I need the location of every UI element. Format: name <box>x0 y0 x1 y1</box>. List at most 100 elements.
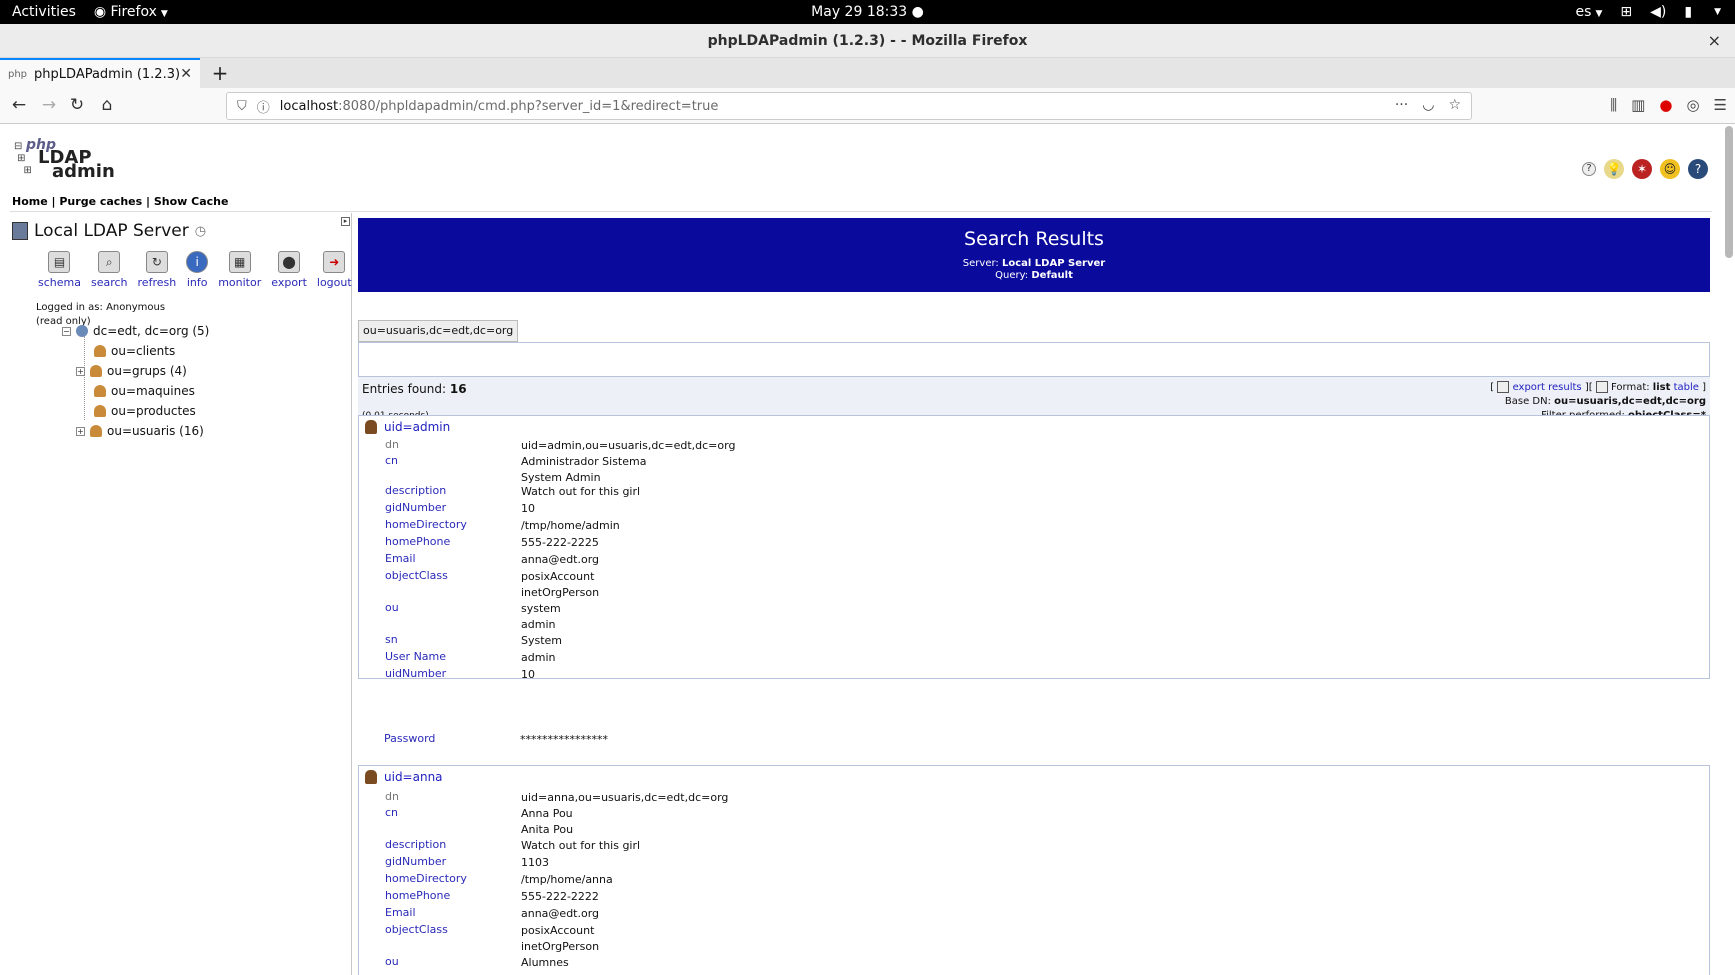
attr-name[interactable]: description <box>385 484 525 497</box>
page-scrollbar[interactable] <box>1725 126 1733 258</box>
tab-close-icon[interactable]: ✕ <box>180 66 192 82</box>
bookmark-star-icon[interactable]: ☆ <box>1448 97 1461 113</box>
tree-item[interactable]: ou=productes <box>80 404 196 418</box>
attr-value: /tmp/home/admin <box>521 519 620 532</box>
attr-name[interactable]: cn <box>385 454 525 467</box>
header-icons: ? 💡 ✶ ☺ ? <box>1582 159 1708 179</box>
attr-name[interactable]: uidNumber <box>385 667 525 680</box>
tree-item-label[interactable]: ou=grups (4) <box>107 364 187 378</box>
export-results-link[interactable]: export results <box>1513 382 1582 393</box>
attr-name[interactable]: homeDirectory <box>385 518 525 531</box>
attr-name[interactable]: Email <box>385 552 525 565</box>
library-icon[interactable]: ⫼ <box>1610 96 1617 114</box>
sidebar-icon[interactable]: ▥ <box>1631 96 1645 114</box>
volume-icon[interactable]: ◀) <box>1650 4 1666 20</box>
tree-item[interactable]: + ou=grups (4) <box>76 364 187 378</box>
attr-name[interactable]: sn <box>385 633 525 646</box>
tree-item[interactable]: ou=maquines <box>80 384 195 398</box>
info-button[interactable]: i info <box>186 251 209 289</box>
tree-item-label[interactable]: ou=productes <box>111 404 196 418</box>
tree-item-label[interactable]: ou=maquines <box>111 384 195 398</box>
attr-name[interactable]: homePhone <box>385 889 525 902</box>
attr-value: uid=anna,ou=usuaris,dc=edt,dc=org <box>521 791 729 804</box>
info-circle-icon[interactable]: ⓘ <box>257 97 270 116</box>
show-cache-link[interactable]: Show Cache <box>154 195 229 208</box>
home-icon[interactable]: ⌂ <box>96 95 118 115</box>
pocket-icon[interactable]: ◡ <box>1422 97 1434 113</box>
format-table-link[interactable]: table <box>1674 382 1699 393</box>
activities-button[interactable]: Activities <box>12 4 76 20</box>
search-icon: ⌕ <box>98 251 121 273</box>
attr-name[interactable]: homePhone <box>385 535 525 548</box>
export-button[interactable]: ⬤ export <box>271 251 307 289</box>
collapse-panel-icon[interactable]: ▸ <box>341 217 350 226</box>
attr-name[interactable]: objectClass <box>385 923 525 936</box>
page-actions-icon[interactable]: ··· <box>1395 97 1408 113</box>
shield-icon[interactable]: ⛉ <box>237 99 247 114</box>
server-name[interactable]: Local LDAP Server <box>34 221 189 241</box>
entry-link[interactable]: uid=anna <box>384 770 443 784</box>
account-icon[interactable]: ◎ <box>1686 96 1699 114</box>
entry-title[interactable]: uid=anna <box>365 770 443 784</box>
schema-button[interactable]: ▤ schema <box>38 251 81 289</box>
expand-icon[interactable]: + <box>76 366 85 376</box>
attr-name[interactable]: homeDirectory <box>385 872 525 885</box>
home-link[interactable]: Home <box>12 195 48 208</box>
refresh-button[interactable]: ↻ refresh <box>138 251 176 289</box>
attr-name[interactable]: Email <box>385 906 525 919</box>
attr-name[interactable]: cn <box>385 806 525 819</box>
tree-root-label[interactable]: dc=edt, dc=org (5) <box>93 324 209 338</box>
help-circle-icon[interactable]: ? <box>1688 159 1708 179</box>
new-tab-icon[interactable]: + <box>208 61 232 85</box>
attr-name[interactable]: description <box>385 838 525 851</box>
window-close-icon[interactable]: × <box>1708 24 1721 58</box>
system-menu-chevron-icon[interactable]: ▼ <box>1714 7 1721 17</box>
forward-arrow-icon[interactable]: → <box>38 95 60 115</box>
attr-name[interactable]: objectClass <box>385 569 525 582</box>
entry-link[interactable]: uid=admin <box>384 420 450 434</box>
help-icon[interactable]: ? <box>1582 162 1596 176</box>
url-host: localhost <box>279 98 339 114</box>
bug-icon[interactable]: ✶ <box>1632 159 1652 179</box>
format-list[interactable]: list <box>1653 382 1671 393</box>
app-menu-button[interactable]: ◉ Firefox ▼ <box>94 4 168 20</box>
back-arrow-icon[interactable]: ← <box>8 95 30 115</box>
adblock-icon[interactable]: ● <box>1659 96 1672 114</box>
logout-button[interactable]: ➜ logout <box>317 251 352 289</box>
entry-title[interactable]: uid=admin <box>365 420 450 434</box>
tree-item[interactable]: + ou=usuaris (16) <box>76 424 204 438</box>
attr-name[interactable]: ou <box>385 955 525 968</box>
attr-name[interactable]: gidNumber <box>385 501 525 514</box>
monitor-button[interactable]: ▦ monitor <box>218 251 261 289</box>
expand-icon[interactable]: + <box>76 426 85 436</box>
tree-item-label[interactable]: ou=usuaris (16) <box>107 424 204 438</box>
smiley-icon[interactable]: ☺ <box>1660 159 1680 179</box>
phpldapadmin-logo[interactable]: ⊟ ⊞ ⊞ php LDAP admin <box>14 137 115 185</box>
battery-icon[interactable]: ▮ <box>1684 4 1692 20</box>
network-icon[interactable]: ⊞ <box>1620 4 1632 20</box>
tree-item-label[interactable]: ou=clients <box>111 344 175 358</box>
attr-value: 10 <box>521 668 535 681</box>
language-button[interactable]: es ▼ <box>1576 4 1603 20</box>
search-button[interactable]: ⌕ search <box>91 251 128 289</box>
attr-name[interactable]: User Name <box>385 650 525 663</box>
ou-icon <box>90 425 102 437</box>
collapse-icon[interactable]: − <box>62 326 71 336</box>
lightbulb-icon[interactable]: 💡 <box>1604 159 1624 179</box>
tree-item[interactable]: ou=clients <box>80 344 175 358</box>
base-dn-tab[interactable]: ou=usuaris,dc=edt,dc=org <box>358 320 519 342</box>
tab-phpldapadmin[interactable]: php phpLDAPadmin (1.2.3) - ✕ <box>0 58 200 88</box>
format-label: Format: <box>1611 382 1650 393</box>
attr-name[interactable]: gidNumber <box>385 855 525 868</box>
attr-value: 10 <box>521 502 535 515</box>
clock[interactable]: May 29 18:33 <box>811 4 907 20</box>
purge-caches-link[interactable]: Purge caches <box>59 195 142 208</box>
reload-icon[interactable]: ↻ <box>66 95 88 115</box>
url-bar[interactable]: ⛉ ⓘ localhost:8080/phpldapadmin/cmd.php?… <box>226 92 1472 120</box>
hamburger-menu-icon[interactable]: ☰ <box>1714 96 1727 114</box>
attr-name[interactable]: ou <box>385 601 525 614</box>
server-actions: ▤ schema ⌕ search ↻ refresh i info ▦ monitor … <box>38 251 352 289</box>
attr-name[interactable]: Password <box>384 732 524 745</box>
gnome-top-bar: Activities ◉ Firefox ▼ May 29 18:33 ● es ▼… <box>0 0 1735 24</box>
person-icon <box>365 770 377 784</box>
